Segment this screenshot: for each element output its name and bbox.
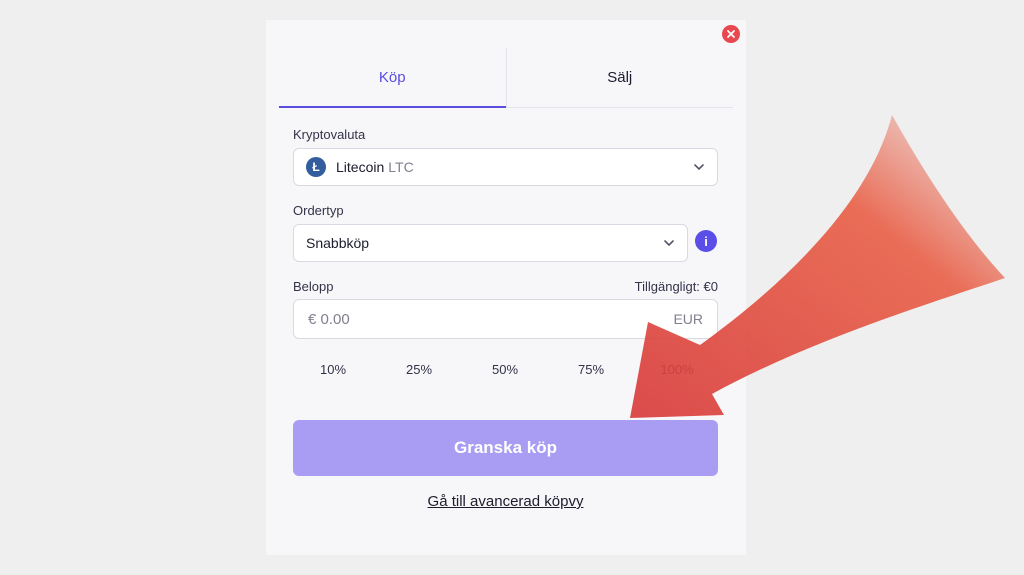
- tab-bar: Köp Sälj: [279, 48, 733, 108]
- percent-75-button[interactable]: 75%: [548, 362, 634, 382]
- order-type-select[interactable]: Snabbköp: [293, 224, 688, 262]
- info-icon[interactable]: i: [695, 230, 717, 252]
- available-balance: Tillgängligt: €0: [634, 279, 718, 294]
- review-buy-button[interactable]: Granska köp: [293, 420, 718, 476]
- close-icon: [727, 30, 735, 38]
- order-type-value: Snabbköp: [306, 235, 370, 251]
- advanced-buy-view-link[interactable]: Gå till avancerad köpvy: [293, 493, 718, 510]
- order-type-label: Ordertyp: [293, 203, 344, 218]
- crypto-ticker: LTC: [388, 159, 414, 175]
- crypto-name: Litecoin: [336, 159, 385, 175]
- amount-input[interactable]: € 0.00 EUR: [293, 299, 718, 339]
- amount-value: € 0.00: [308, 310, 350, 328]
- tab-buy[interactable]: Köp: [279, 48, 506, 108]
- percent-100-button[interactable]: 100%: [634, 362, 720, 382]
- close-button[interactable]: [722, 25, 740, 43]
- crypto-label: Kryptovaluta: [293, 127, 366, 142]
- percentage-shortcuts: 10% 25% 50% 75% 100%: [290, 362, 720, 382]
- currency-code: EUR: [673, 311, 703, 327]
- percent-10-button[interactable]: 10%: [290, 362, 376, 382]
- chevron-down-icon: [663, 237, 675, 249]
- crypto-select[interactable]: Ł Litecoin LTC: [293, 148, 718, 186]
- percent-50-button[interactable]: 50%: [462, 362, 548, 382]
- percent-25-button[interactable]: 25%: [376, 362, 462, 382]
- litecoin-icon: Ł: [306, 157, 326, 177]
- chevron-down-icon: [693, 161, 705, 173]
- amount-label: Belopp: [293, 279, 334, 294]
- tab-sell[interactable]: Sälj: [507, 48, 734, 107]
